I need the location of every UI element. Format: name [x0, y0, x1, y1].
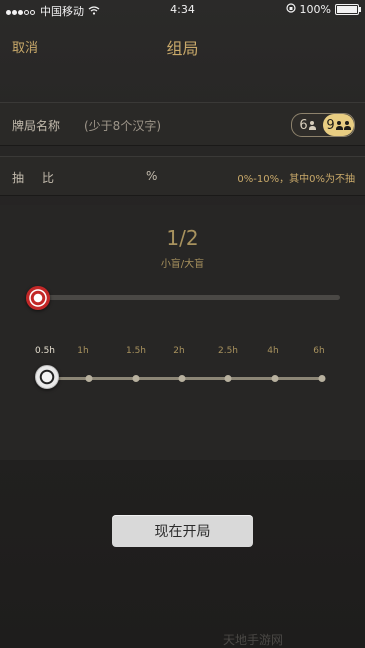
rake-unit: % [146, 169, 158, 183]
duration-label[interactable]: 1h [77, 346, 88, 356]
table-name-label: 牌局名称 [12, 119, 61, 133]
table-name-input[interactable]: (少于8个汉字) [84, 117, 161, 134]
watermark: 天地手游网 [223, 633, 284, 647]
duration-step-dot[interactable] [132, 375, 140, 382]
seat-option-9[interactable]: 9 [323, 114, 354, 136]
duration-step-dot[interactable] [178, 375, 186, 382]
rake-hint: 0%-10%，其中0%为不抽 [237, 174, 355, 185]
seat-option-9-label: 9 [326, 117, 335, 133]
battery-area: 100% [285, 3, 361, 16]
status-bar: 中国移动 4:34 100% [0, 0, 365, 20]
blinds-caption: 小盲/大盲 [160, 259, 205, 270]
duration-step-dot[interactable] [224, 375, 232, 382]
battery-percent: 100% [299, 3, 331, 16]
rake-row[interactable]: 抽比 % 0%-10%，其中0%为不抽 [0, 156, 365, 196]
duration-label[interactable]: 2h [173, 346, 184, 356]
blinds-value: 1/2 [166, 226, 199, 250]
seat-count-toggle[interactable]: 6 9 [291, 113, 355, 137]
start-game-button[interactable]: 现在开局 [112, 515, 253, 547]
duration-label[interactable]: 2.5h [218, 346, 238, 356]
duration-step-dot[interactable] [318, 375, 326, 382]
seat-option-6[interactable]: 6 [292, 114, 323, 136]
nav-bar: 取消 组局 [0, 20, 365, 70]
battery-icon [335, 4, 361, 15]
poker-chip-slider-thumb[interactable] [26, 286, 50, 310]
duration-label[interactable]: 6h [313, 346, 324, 356]
duration-step-dot[interactable] [85, 375, 93, 382]
orientation-lock-icon [285, 3, 296, 16]
rake-label: 抽比 [12, 171, 73, 185]
table-name-row[interactable]: 牌局名称 (少于8个汉字) 6 9 [0, 102, 365, 146]
person-icon [308, 120, 316, 130]
blinds-panel: 1/2 小盲/大盲 0.5h 1h 1.5h 2h 2.5h 4h 6h [0, 205, 365, 460]
blinds-slider-track[interactable] [28, 295, 340, 300]
seat-option-6-label: 6 [299, 117, 308, 133]
duration-label[interactable]: 0.5h [35, 346, 55, 356]
duration-step-dot[interactable] [271, 375, 279, 382]
duration-labels: 0.5h 1h 1.5h 2h 2.5h 4h 6h [0, 346, 365, 360]
duration-label[interactable]: 1.5h [126, 346, 146, 356]
person-icon [335, 120, 343, 130]
page-title: 组局 [166, 39, 199, 58]
timer-slider-thumb[interactable] [35, 365, 59, 389]
person-icon [343, 120, 351, 130]
duration-label[interactable]: 4h [267, 346, 278, 356]
